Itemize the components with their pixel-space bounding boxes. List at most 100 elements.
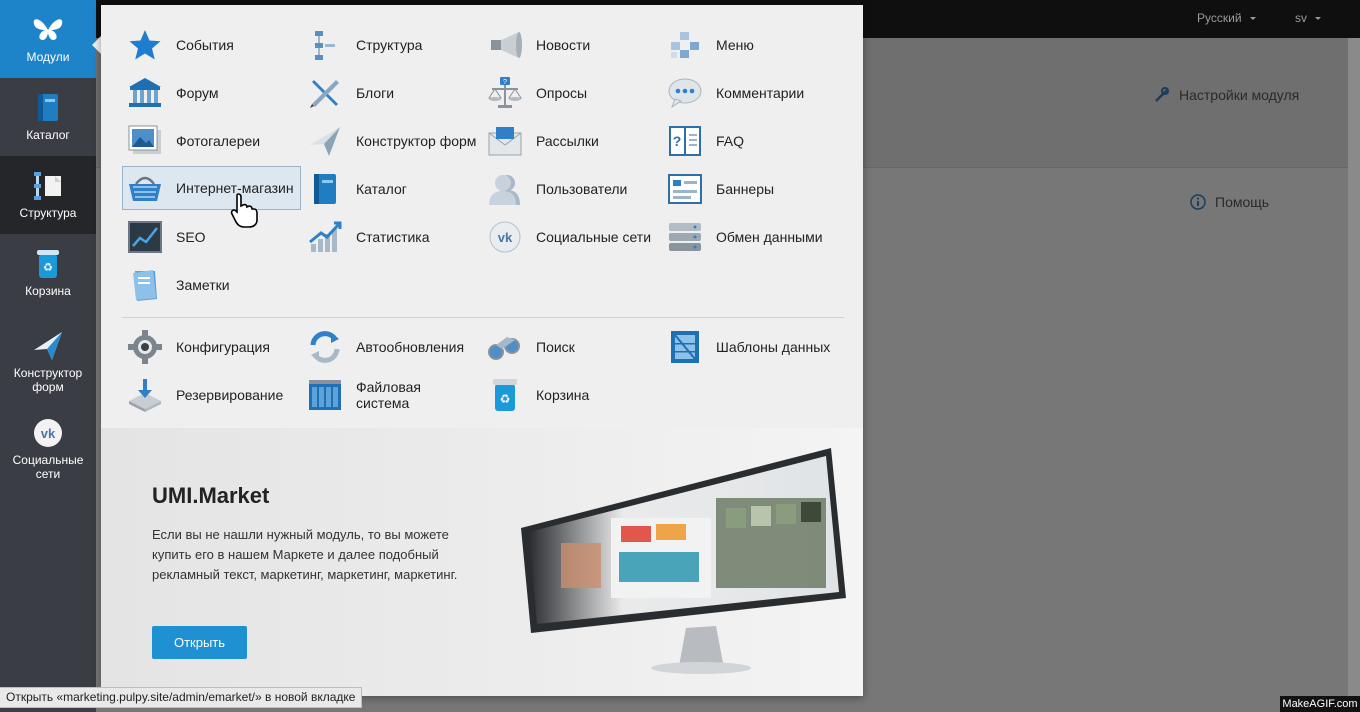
module-label: Автообновления xyxy=(356,339,465,355)
module-label: Каталог xyxy=(356,181,407,197)
sidebar-item-catalog[interactable]: Каталог xyxy=(0,78,96,156)
banner-icon xyxy=(666,170,704,208)
module-faq[interactable]: ? FAQ xyxy=(666,119,744,163)
module-label: SEO xyxy=(176,229,206,245)
sidebar-item-form-builder[interactable]: Конструктор форм xyxy=(0,320,96,404)
chevron-down-icon xyxy=(1315,17,1321,21)
sidebar-item-label: Структура xyxy=(19,206,77,220)
market-description: Если вы не нашли нужный модуль, то вы мо… xyxy=(152,527,458,582)
book-icon xyxy=(306,170,344,208)
gear-icon xyxy=(126,328,164,366)
wrench-icon xyxy=(1155,87,1169,102)
module-catalog[interactable]: Каталог xyxy=(306,167,407,211)
megaphone-icon xyxy=(486,26,524,64)
seo-chart-icon xyxy=(126,218,164,256)
module-notes[interactable]: Заметки xyxy=(126,263,230,307)
browser-status-bar: Открыть «marketing.pulpy.site/admin/emar… xyxy=(0,687,363,708)
module-label: Поиск xyxy=(536,339,575,355)
module-label: Форум xyxy=(176,85,219,101)
module-file-system[interactable]: Файловая система xyxy=(306,373,476,417)
module-label: Конструктор форм xyxy=(356,133,477,149)
sidebar-item-structure[interactable]: Структура xyxy=(0,156,96,234)
help-link[interactable]: Помощь xyxy=(1190,194,1269,210)
chevron-down-icon xyxy=(1249,17,1256,21)
module-label: Обмен данными xyxy=(716,229,823,245)
module-forum[interactable]: Форум xyxy=(126,71,219,115)
sidebar-item-modules[interactable]: Модули xyxy=(0,0,96,78)
user-menu[interactable]: sv xyxy=(1295,11,1321,25)
server-icon xyxy=(666,218,704,256)
book-icon xyxy=(32,92,64,124)
template-icon xyxy=(666,328,704,366)
svg-text:vk: vk xyxy=(498,230,513,245)
module-form-builder[interactable]: Конструктор форм xyxy=(306,119,476,163)
module-label: Опросы xyxy=(536,85,588,101)
module-polls[interactable]: ? Опросы xyxy=(486,71,587,115)
speech-bubble-icon xyxy=(666,74,704,112)
sidebar-item-label: Социальные сети xyxy=(12,453,84,481)
modules-divider xyxy=(122,317,844,318)
info-icon xyxy=(1190,194,1206,210)
vk-icon: vk xyxy=(486,218,524,256)
module-search[interactable]: Поиск xyxy=(486,325,575,369)
notes-icon xyxy=(126,266,164,304)
module-structure[interactable]: Структура xyxy=(306,23,422,67)
user-label: sv xyxy=(1295,11,1307,25)
module-auto-updates[interactable]: Автообновления xyxy=(306,325,464,369)
module-banners[interactable]: Баннеры xyxy=(666,167,774,211)
module-trash[interactable]: ♻ Корзина xyxy=(486,373,589,417)
pencil-ruler-icon xyxy=(306,74,344,112)
user-icon xyxy=(486,170,524,208)
module-label: События xyxy=(176,37,234,53)
module-label: Пользователи xyxy=(536,181,628,197)
module-configuration[interactable]: Конфигурация xyxy=(126,325,270,369)
module-menu[interactable]: Меню xyxy=(666,23,754,67)
scrollbar[interactable] xyxy=(1348,38,1360,712)
module-label: Шаблоны данных xyxy=(716,339,831,355)
binoculars-icon xyxy=(486,328,524,366)
sidebar-item-label: Конструктор форм xyxy=(13,366,83,394)
module-label: Блоги xyxy=(356,85,395,101)
module-photo-galleries[interactable]: Фотогалереи xyxy=(126,119,260,163)
module-label: Резервирование xyxy=(176,387,284,403)
module-news[interactable]: Новости xyxy=(486,23,590,67)
module-online-store[interactable]: Интернет-магазин xyxy=(122,166,301,210)
recycle-bin-icon: ♻ xyxy=(32,248,64,280)
market-title: UMI.Market xyxy=(152,483,270,508)
recycle-bin-icon: ♻ xyxy=(486,376,524,414)
module-data-exchange[interactable]: Обмен данными xyxy=(666,215,823,259)
module-seo[interactable]: SEO xyxy=(126,215,206,259)
module-comments[interactable]: Комментарии xyxy=(666,71,804,115)
hand-cursor-icon xyxy=(230,193,258,228)
svg-text:vk: vk xyxy=(41,426,56,441)
sidebar: Модули Каталог Структура ♻ Корзина Конст… xyxy=(0,0,96,712)
envelope-icon xyxy=(486,122,524,160)
module-backup[interactable]: Резервирование xyxy=(126,373,283,417)
module-users[interactable]: Пользователи xyxy=(486,167,627,211)
svg-text:?: ? xyxy=(503,79,507,86)
module-mailings[interactable]: Рассылки xyxy=(486,119,599,163)
statistics-icon xyxy=(306,218,344,256)
svg-text:♻: ♻ xyxy=(43,261,53,274)
backup-icon xyxy=(126,376,164,414)
module-settings-link[interactable]: Настройки модуля xyxy=(1154,87,1299,103)
sidebar-item-trash[interactable]: ♻ Корзина xyxy=(0,234,96,312)
module-label: Конфигурация xyxy=(176,339,270,355)
module-data-templates[interactable]: Шаблоны данных xyxy=(666,325,830,369)
vk-icon: vk xyxy=(32,417,64,449)
module-blogs[interactable]: Блоги xyxy=(306,71,394,115)
sidebar-item-social[interactable]: vk Социальные сети xyxy=(0,410,96,488)
module-social-networks[interactable]: vk Социальные сети xyxy=(486,215,651,259)
panel-pointer xyxy=(92,36,101,54)
module-events[interactable]: События xyxy=(126,23,234,67)
module-statistics[interactable]: Статистика xyxy=(306,215,430,259)
module-label: Файловая система xyxy=(356,379,422,411)
monitor-illustration xyxy=(521,448,846,674)
module-label: Корзина xyxy=(536,387,590,403)
sidebar-item-label: Корзина xyxy=(25,284,71,298)
open-market-button[interactable]: Открыть xyxy=(152,626,247,659)
svg-text:♻: ♻ xyxy=(500,392,511,406)
photo-gallery-icon xyxy=(126,122,164,160)
module-label: Статистика xyxy=(356,229,430,245)
language-selector[interactable]: Русский xyxy=(1197,11,1256,25)
